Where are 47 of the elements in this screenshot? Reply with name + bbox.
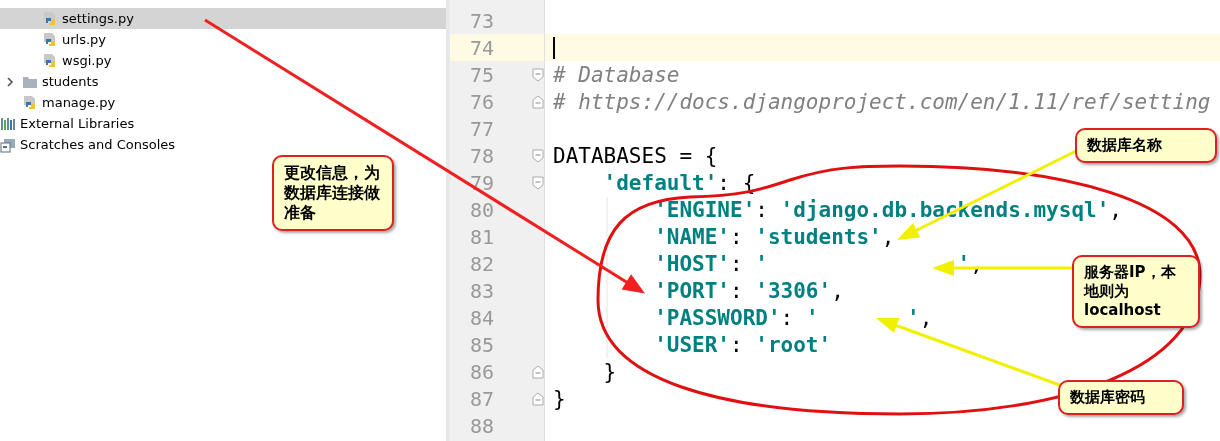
code-line: # Database (553, 62, 680, 87)
fold-icon[interactable] (532, 94, 544, 109)
line-number: 84 (469, 305, 494, 330)
line-number: 82 (469, 251, 494, 276)
tree-item[interactable]: settings.py (0, 8, 446, 29)
callout-note: 服务器IP，本地则为localhost (1072, 255, 1200, 328)
python-file-icon (42, 52, 58, 69)
code-line: } (603, 359, 617, 384)
code-line: } (553, 386, 566, 411)
code-line: # https://docs.djangoproject.com/en/1.11/ref/setting (553, 89, 1211, 114)
tree-item[interactable]: Scratches and Consoles (0, 134, 446, 155)
line-number: 85 (469, 332, 494, 357)
code-line: 'NAME': 'students', (654, 224, 895, 249)
line-number: 86 (469, 359, 494, 384)
line-number: 77 (469, 116, 494, 141)
tree-item[interactable]: manage.py (0, 92, 446, 113)
python-file-icon (42, 10, 58, 27)
line-number: 81 (469, 224, 494, 249)
fold-icon[interactable] (532, 364, 544, 379)
line-number: 76 (469, 89, 494, 114)
tree-item[interactable]: urls.py (0, 29, 446, 50)
line-number: 88 (469, 413, 494, 438)
line-number: 75 (469, 62, 494, 87)
python-file-icon (42, 31, 58, 48)
callout-note: 更改信息，为数据库连接做准备 (272, 155, 394, 231)
line-number: 87 (469, 386, 494, 411)
fold-icon[interactable] (532, 391, 544, 406)
fold-icon[interactable] (532, 175, 544, 190)
fold-icon[interactable] (532, 148, 544, 163)
code-line: 'PASSWORD': ' ', (654, 305, 933, 330)
line-number: 80 (469, 197, 494, 222)
line-number: 78 (469, 143, 494, 168)
code-line: DATABASES = { (553, 143, 718, 168)
callout-note: 数据库名称 (1075, 128, 1217, 163)
tree-item[interactable]: External Libraries (0, 113, 446, 134)
fold-icon[interactable] (532, 67, 544, 82)
tree-item[interactable]: students (0, 71, 446, 92)
python-file-icon (22, 94, 38, 111)
code-line: 'USER': 'root' (654, 332, 832, 357)
line-number: 73 (469, 8, 494, 33)
library-icon (0, 115, 16, 132)
line-number: 74 (469, 35, 494, 60)
callout-note: 数据库密码 (1058, 380, 1184, 415)
line-number: 79 (469, 170, 494, 195)
code-line: 'PORT': '3306', (654, 278, 844, 303)
line-number: 83 (469, 278, 494, 303)
tree-item[interactable]: wsgi.py (0, 50, 446, 71)
